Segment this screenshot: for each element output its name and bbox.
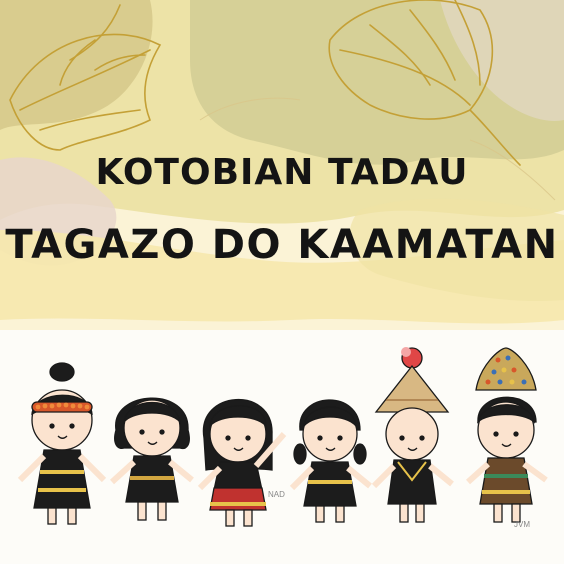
figure-red-beaded-headband bbox=[17, 362, 107, 525]
poster-title-line-1: KOTOBIAN TADAU bbox=[95, 152, 469, 193]
poster-canvas: KOTOBIAN TADAU TAGAZO DO KAAMATAN NAD JV… bbox=[0, 0, 564, 564]
figure-short-hair-black-outfit bbox=[109, 397, 194, 521]
figure-tall-beaded-headdress bbox=[465, 347, 548, 523]
poster-title-line-2: TAGAZO DO KAAMATAN bbox=[5, 222, 559, 268]
figure-braids-black-outfit bbox=[289, 399, 372, 523]
artist-signature-1: NAD bbox=[268, 490, 285, 499]
figure-conical-hat bbox=[371, 347, 454, 523]
artist-signature-2: JVM bbox=[514, 520, 530, 529]
kadazandusun-characters-illustration bbox=[17, 347, 548, 527]
figure-waving-red-skirt bbox=[197, 398, 287, 527]
